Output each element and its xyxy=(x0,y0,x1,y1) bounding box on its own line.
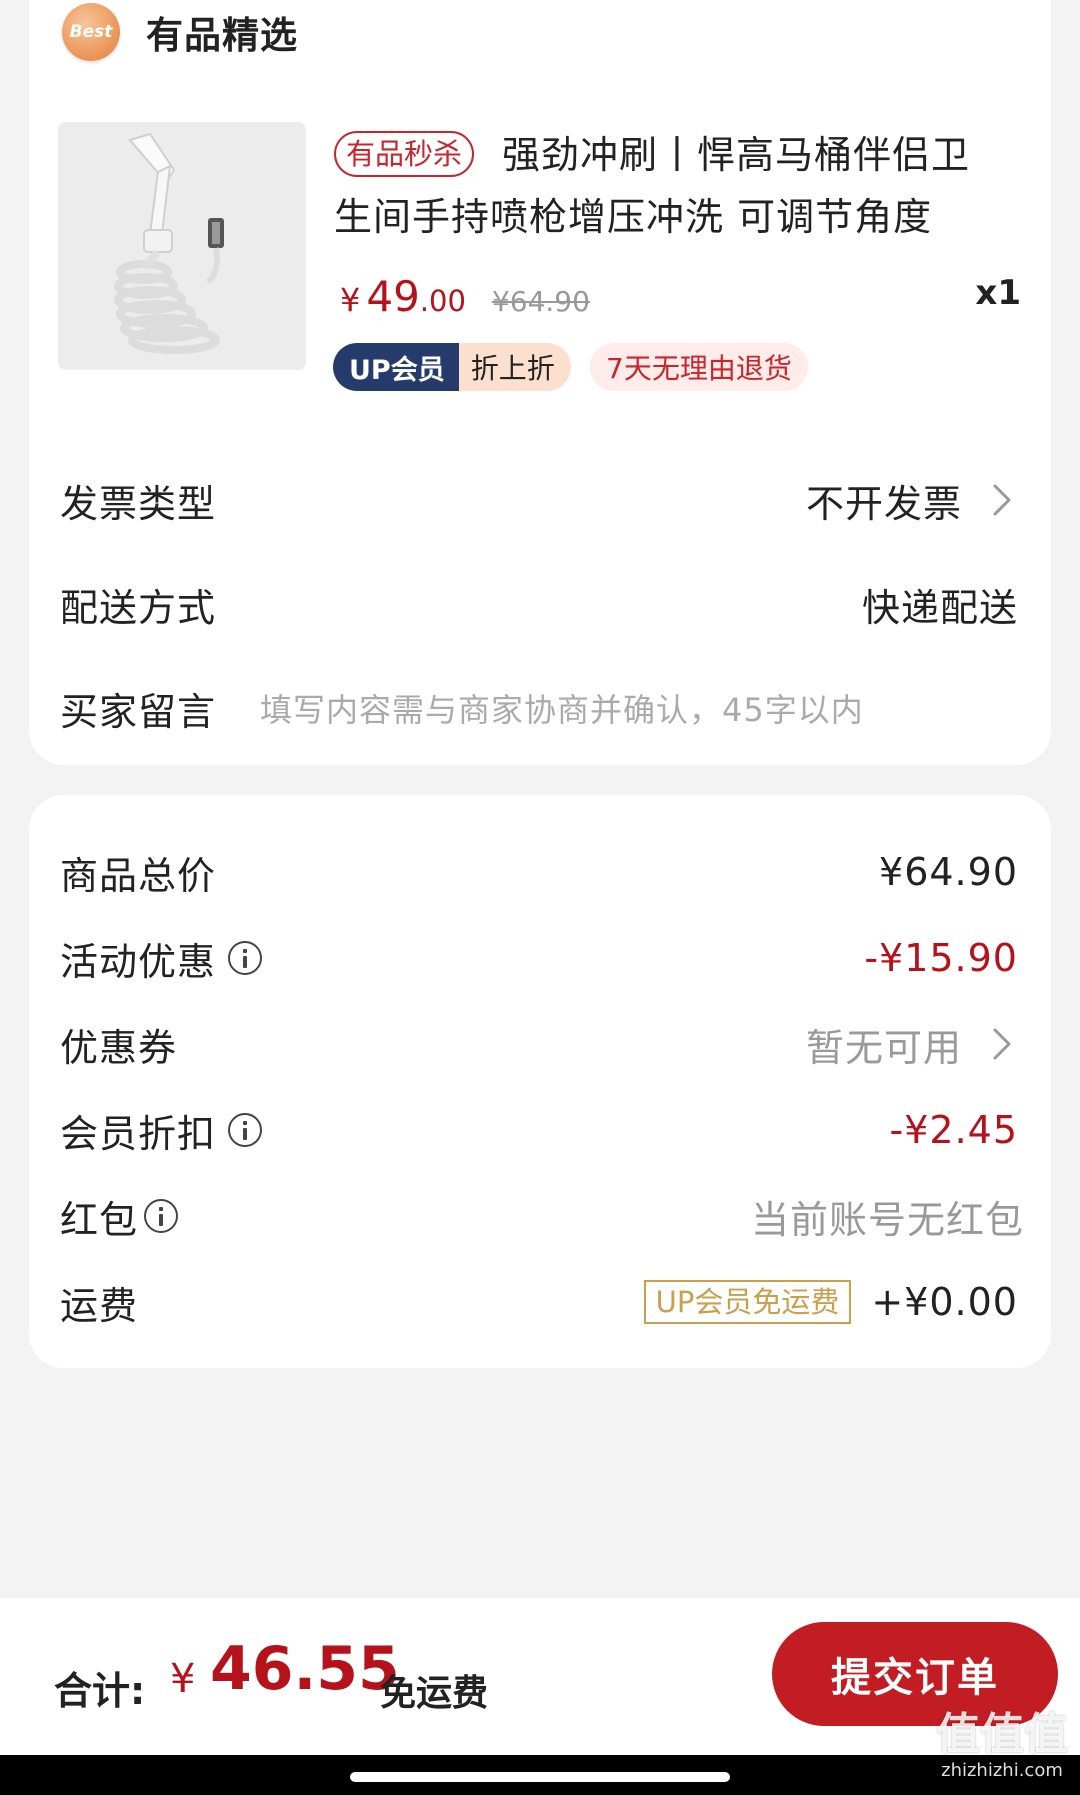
message-label: 买家留言 xyxy=(60,689,217,734)
up-member-label: UP会员 xyxy=(333,343,459,391)
up-free-shipping-badge: UP会员免运费 xyxy=(643,1280,852,1324)
total-currency: ¥ xyxy=(170,1656,196,1702)
info-icon[interactable] xyxy=(144,1199,179,1233)
invoice-label: 发票类型 xyxy=(60,481,217,526)
redpacket-row: 红包 当前账号无红包 xyxy=(60,1184,1023,1248)
up-member-tag: UP会员 折上折 xyxy=(333,343,571,391)
coupon-value-text: 暂无可用 xyxy=(805,1025,962,1070)
member-discount-row: 会员折扣 -¥2.45 xyxy=(60,1098,1020,1162)
sprayer-icon xyxy=(58,122,306,370)
redpacket-value: 当前账号无红包 xyxy=(750,1197,1024,1242)
price-decimal: .00 xyxy=(419,284,466,318)
invoice-value-text: 不开发票 xyxy=(805,481,962,526)
subtotal-label: 商品总价 xyxy=(60,853,217,898)
info-icon[interactable] xyxy=(228,1113,263,1147)
coupon-row[interactable]: 优惠券 暂无可用 xyxy=(60,1012,1020,1076)
redpacket-label: 红包 xyxy=(60,1197,139,1242)
promo-row: 活动优惠 -¥15.90 xyxy=(60,926,1020,990)
checkout-page: Best 有品精选 有品秒杀 强劲冲刷丨悍高马桶伴侣卫生间手持喷枪增压冲洗 可调… xyxy=(0,0,1080,1795)
return-policy-tag: 7天无理由退货 xyxy=(590,343,808,391)
product-title[interactable]: 有品秒杀 强劲冲刷丨悍高马桶伴侣卫生间手持喷枪增压冲洗 可调节角度 xyxy=(334,124,1004,248)
shipping-label: 运费 xyxy=(60,1283,139,1328)
chevron-right-icon xyxy=(993,1028,1011,1060)
price-integer: 49 xyxy=(366,272,420,321)
delivery-value: 快递配送 xyxy=(861,585,1018,630)
shipping-value-group: UP会员免运费 +¥0.00 xyxy=(643,1280,1018,1324)
chevron-right-icon xyxy=(993,484,1011,516)
message-input[interactable]: 填写内容需与商家协商并确认，45字以内 xyxy=(260,685,864,731)
store-badge-icon: Best xyxy=(62,3,120,61)
subtotal-row: 商品总价 ¥64.90 xyxy=(60,840,1020,904)
info-icon[interactable] xyxy=(228,941,263,975)
price-row: ¥ 49 .00 ¥64.90 xyxy=(340,272,590,321)
watermark-site: zhizhizhi.com xyxy=(941,1760,1063,1781)
watermark: 值值值 zhizhizhi.com xyxy=(936,1710,1068,1782)
delivery-label: 配送方式 xyxy=(60,585,217,630)
store-name: 有品精选 xyxy=(146,14,298,57)
home-indicator[interactable] xyxy=(350,1772,730,1782)
promo-label: 活动优惠 xyxy=(60,939,217,984)
member-discount-value: -¥2.45 xyxy=(889,1108,1018,1152)
coupon-label: 优惠券 xyxy=(60,1025,178,1070)
invoice-value: 不开发票 xyxy=(806,473,1020,528)
delivery-row: 配送方式 快递配送 xyxy=(60,572,1020,636)
shipping-row: 运费 UP会员免运费 +¥0.00 xyxy=(60,1270,1020,1334)
free-shipping-note: 免运费 xyxy=(380,1673,489,1714)
watermark-text: 值值值 xyxy=(936,1709,1068,1760)
message-row: 买家留言 填写内容需与商家协商并确认，45字以内 xyxy=(60,676,1020,740)
shipping-value: +¥0.00 xyxy=(871,1280,1018,1324)
invoice-row[interactable]: 发票类型 不开发票 xyxy=(60,468,1020,532)
price-currency: ¥ xyxy=(340,281,361,319)
up-discount-label: 折上折 xyxy=(458,343,571,391)
product-image[interactable] xyxy=(58,122,306,370)
original-price: ¥64.90 xyxy=(491,285,590,318)
store-header[interactable]: Best 有品精选 xyxy=(62,2,298,62)
quantity: x1 xyxy=(975,273,1021,313)
total-amount: 46.55 xyxy=(210,1634,400,1704)
subtotal-value: ¥64.90 xyxy=(879,850,1018,894)
flash-sale-tag: 有品秒杀 xyxy=(334,131,475,177)
system-nav-bar xyxy=(0,1755,1080,1795)
bottom-bar: 合计: ¥ 46.55 免运费 提交订单 xyxy=(0,1598,1080,1755)
promo-value: -¥15.90 xyxy=(864,936,1018,980)
member-discount-label: 会员折扣 xyxy=(60,1111,217,1156)
total-label: 合计: xyxy=(54,1669,146,1713)
coupon-value: 暂无可用 xyxy=(806,1017,1020,1072)
